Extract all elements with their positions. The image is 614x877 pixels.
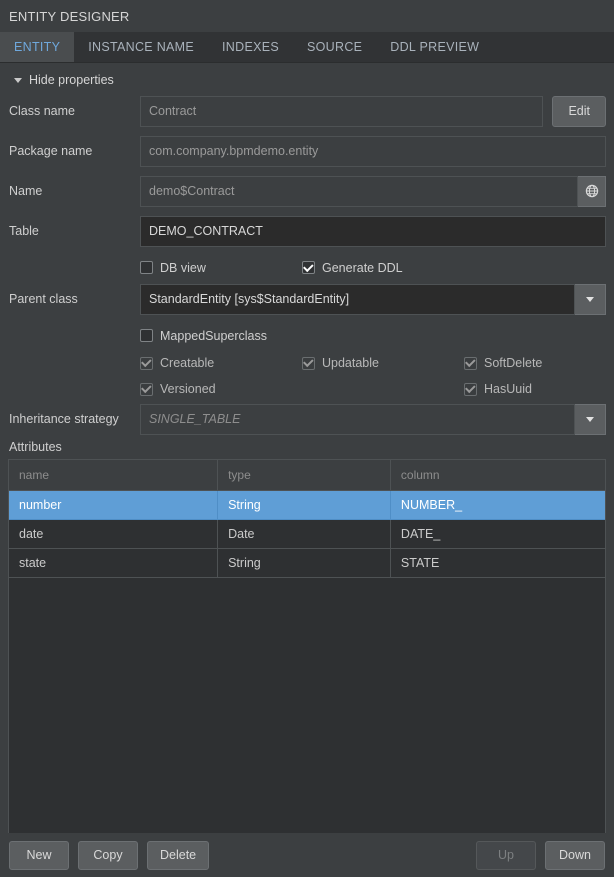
- table-label: Table: [9, 224, 39, 238]
- checkbox-hasuuid: HasUuid: [464, 382, 532, 396]
- footer-toolbar: New Copy Delete Up Down: [0, 833, 614, 877]
- checkbox-row-traits-2: Versioned HasUuid: [8, 377, 606, 401]
- tab-entity-label: ENTITY: [14, 40, 61, 54]
- parent-class-label: Parent class: [9, 292, 78, 306]
- tab-instance-name-label: INSTANCE NAME: [88, 40, 195, 54]
- cell-name: date: [9, 519, 219, 549]
- package-name-label: Package name: [9, 144, 93, 158]
- tab-entity[interactable]: ENTITY: [0, 32, 75, 62]
- parent-class-chevron-down-icon[interactable]: [575, 283, 606, 315]
- field-row-table: Table DEMO_CONTRACT: [8, 215, 606, 247]
- checkbox-creatable-box: [140, 356, 153, 370]
- checkbox-versioned: Versioned: [140, 382, 302, 396]
- tab-instance-name[interactable]: INSTANCE NAME: [74, 32, 208, 62]
- tab-ddl-preview[interactable]: DDL PREVIEW: [376, 32, 493, 62]
- hide-properties-label: Hide properties: [29, 73, 114, 87]
- checkbox-generate-ddl-label: Generate DDL: [322, 260, 403, 275]
- tab-indexes-label: INDEXES: [222, 40, 279, 54]
- checkbox-softdelete-box: [464, 356, 477, 370]
- chevron-down-glyph: [586, 296, 594, 302]
- move-down-button[interactable]: Down: [545, 840, 605, 870]
- checkbox-softdelete-label: SoftDelete: [484, 356, 543, 370]
- new-attribute-button[interactable]: New: [9, 840, 69, 870]
- entity-designer-window: ENTITY DESIGNER ENTITY INSTANCE NAME IND…: [0, 0, 614, 877]
- checkbox-mapped-superclass-label: MappedSuperclass: [160, 328, 268, 343]
- cell-type: String: [217, 490, 391, 520]
- table-header-row: name type column: [9, 460, 605, 491]
- globe-icon[interactable]: [578, 175, 606, 207]
- checkbox-updatable-label: Updatable: [322, 356, 379, 370]
- parent-class-input[interactable]: StandardEntity [sys$StandardEntity]: [140, 283, 575, 315]
- attributes-table-empty-area[interactable]: [9, 578, 605, 833]
- name-label: Name: [9, 184, 43, 198]
- table-row[interactable]: state String STATE: [9, 548, 605, 578]
- checkbox-db-view-label: DB view: [160, 260, 206, 275]
- cell-column: NUMBER_: [390, 490, 605, 520]
- checkbox-db-view[interactable]: DB view: [140, 261, 302, 275]
- tab-bar: ENTITY INSTANCE NAME INDEXES SOURCE DDL …: [0, 32, 614, 63]
- properties-form: Class name Contract Edit Package name co…: [0, 95, 614, 459]
- footer-right-buttons: Up Down: [476, 840, 605, 870]
- window-titlebar: ENTITY DESIGNER: [0, 0, 614, 32]
- cell-name: number: [9, 490, 219, 520]
- checkbox-versioned-box: [140, 382, 153, 396]
- package-name-input[interactable]: com.company.bpmdemo.entity: [140, 135, 606, 167]
- cell-name: state: [9, 548, 219, 578]
- checkbox-mapped-superclass[interactable]: MappedSuperclass: [140, 329, 267, 343]
- tab-indexes[interactable]: INDEXES: [208, 32, 293, 62]
- attributes-table-container: name type column number String NUMBER_ d…: [8, 459, 606, 833]
- delete-attribute-button[interactable]: Delete: [147, 840, 210, 870]
- move-up-button[interactable]: Up: [476, 840, 536, 870]
- checkbox-hasuuid-box: [464, 382, 477, 396]
- cell-type: String: [217, 548, 391, 578]
- chevron-down-glyph-2: [586, 416, 594, 422]
- column-header-name[interactable]: name: [9, 460, 219, 491]
- tab-source[interactable]: SOURCE: [293, 32, 376, 62]
- class-name-label: Class name: [9, 104, 75, 118]
- window-title: ENTITY DESIGNER: [9, 8, 130, 24]
- cell-type: Date: [217, 519, 391, 549]
- checkbox-updatable: Updatable: [302, 356, 464, 370]
- checkbox-generate-ddl-box: [302, 261, 315, 274]
- inheritance-strategy-chevron-down-icon[interactable]: [575, 403, 606, 435]
- cell-column: STATE: [390, 548, 605, 578]
- checkbox-versioned-label: Versioned: [160, 382, 216, 396]
- inheritance-strategy-input[interactable]: SINGLE_TABLE: [140, 403, 575, 435]
- checkbox-generate-ddl[interactable]: Generate DDL: [302, 261, 403, 275]
- footer-left-buttons: New Copy Delete: [9, 840, 210, 870]
- tab-ddl-preview-label: DDL PREVIEW: [390, 40, 480, 54]
- table-row[interactable]: number String NUMBER_: [9, 490, 605, 520]
- entity-form-panel: Hide properties Class name Contract Edit…: [0, 63, 614, 833]
- field-row-class-name: Class name Contract Edit: [8, 95, 606, 127]
- attributes-section-label: Attributes: [9, 440, 62, 454]
- name-input[interactable]: demo$Contract: [140, 175, 578, 207]
- field-row-inheritance-strategy: Inheritance strategy SINGLE_TABLE: [8, 403, 606, 435]
- checkbox-row-mapped-superclass: MappedSuperclass: [8, 323, 606, 348]
- field-row-package-name: Package name com.company.bpmdemo.entity: [8, 135, 606, 167]
- field-row-name: Name demo$Contract: [8, 175, 606, 207]
- copy-attribute-button[interactable]: Copy: [78, 840, 138, 870]
- checkbox-row-traits-1: Creatable Updatable SoftDelete: [8, 351, 606, 375]
- checkbox-softdelete: SoftDelete: [464, 356, 542, 370]
- attributes-table: name type column number String NUMBER_ d…: [9, 460, 605, 578]
- table-input[interactable]: DEMO_CONTRACT: [140, 215, 606, 247]
- checkbox-creatable-label: Creatable: [160, 356, 215, 370]
- checkbox-mapped-superclass-box: [140, 329, 153, 342]
- tab-source-label: SOURCE: [307, 40, 363, 54]
- checkbox-row-db-options: DB view Generate DDL: [8, 255, 606, 280]
- edit-class-button[interactable]: Edit: [552, 95, 606, 127]
- inheritance-strategy-label: Inheritance strategy: [9, 412, 119, 426]
- hide-properties-toggle[interactable]: Hide properties: [0, 63, 614, 95]
- column-header-type[interactable]: type: [217, 460, 391, 491]
- field-row-parent-class: Parent class StandardEntity [sys$Standar…: [8, 283, 606, 315]
- triangle-down-icon: [14, 77, 22, 83]
- checkbox-creatable: Creatable: [140, 356, 302, 370]
- checkbox-db-view-box: [140, 261, 153, 274]
- table-row[interactable]: date Date DATE_: [9, 519, 605, 549]
- checkbox-updatable-box: [302, 356, 315, 370]
- column-header-column[interactable]: column: [390, 460, 605, 491]
- cell-column: DATE_: [390, 519, 605, 549]
- class-name-input[interactable]: Contract: [140, 95, 544, 127]
- checkbox-hasuuid-label: HasUuid: [484, 382, 532, 396]
